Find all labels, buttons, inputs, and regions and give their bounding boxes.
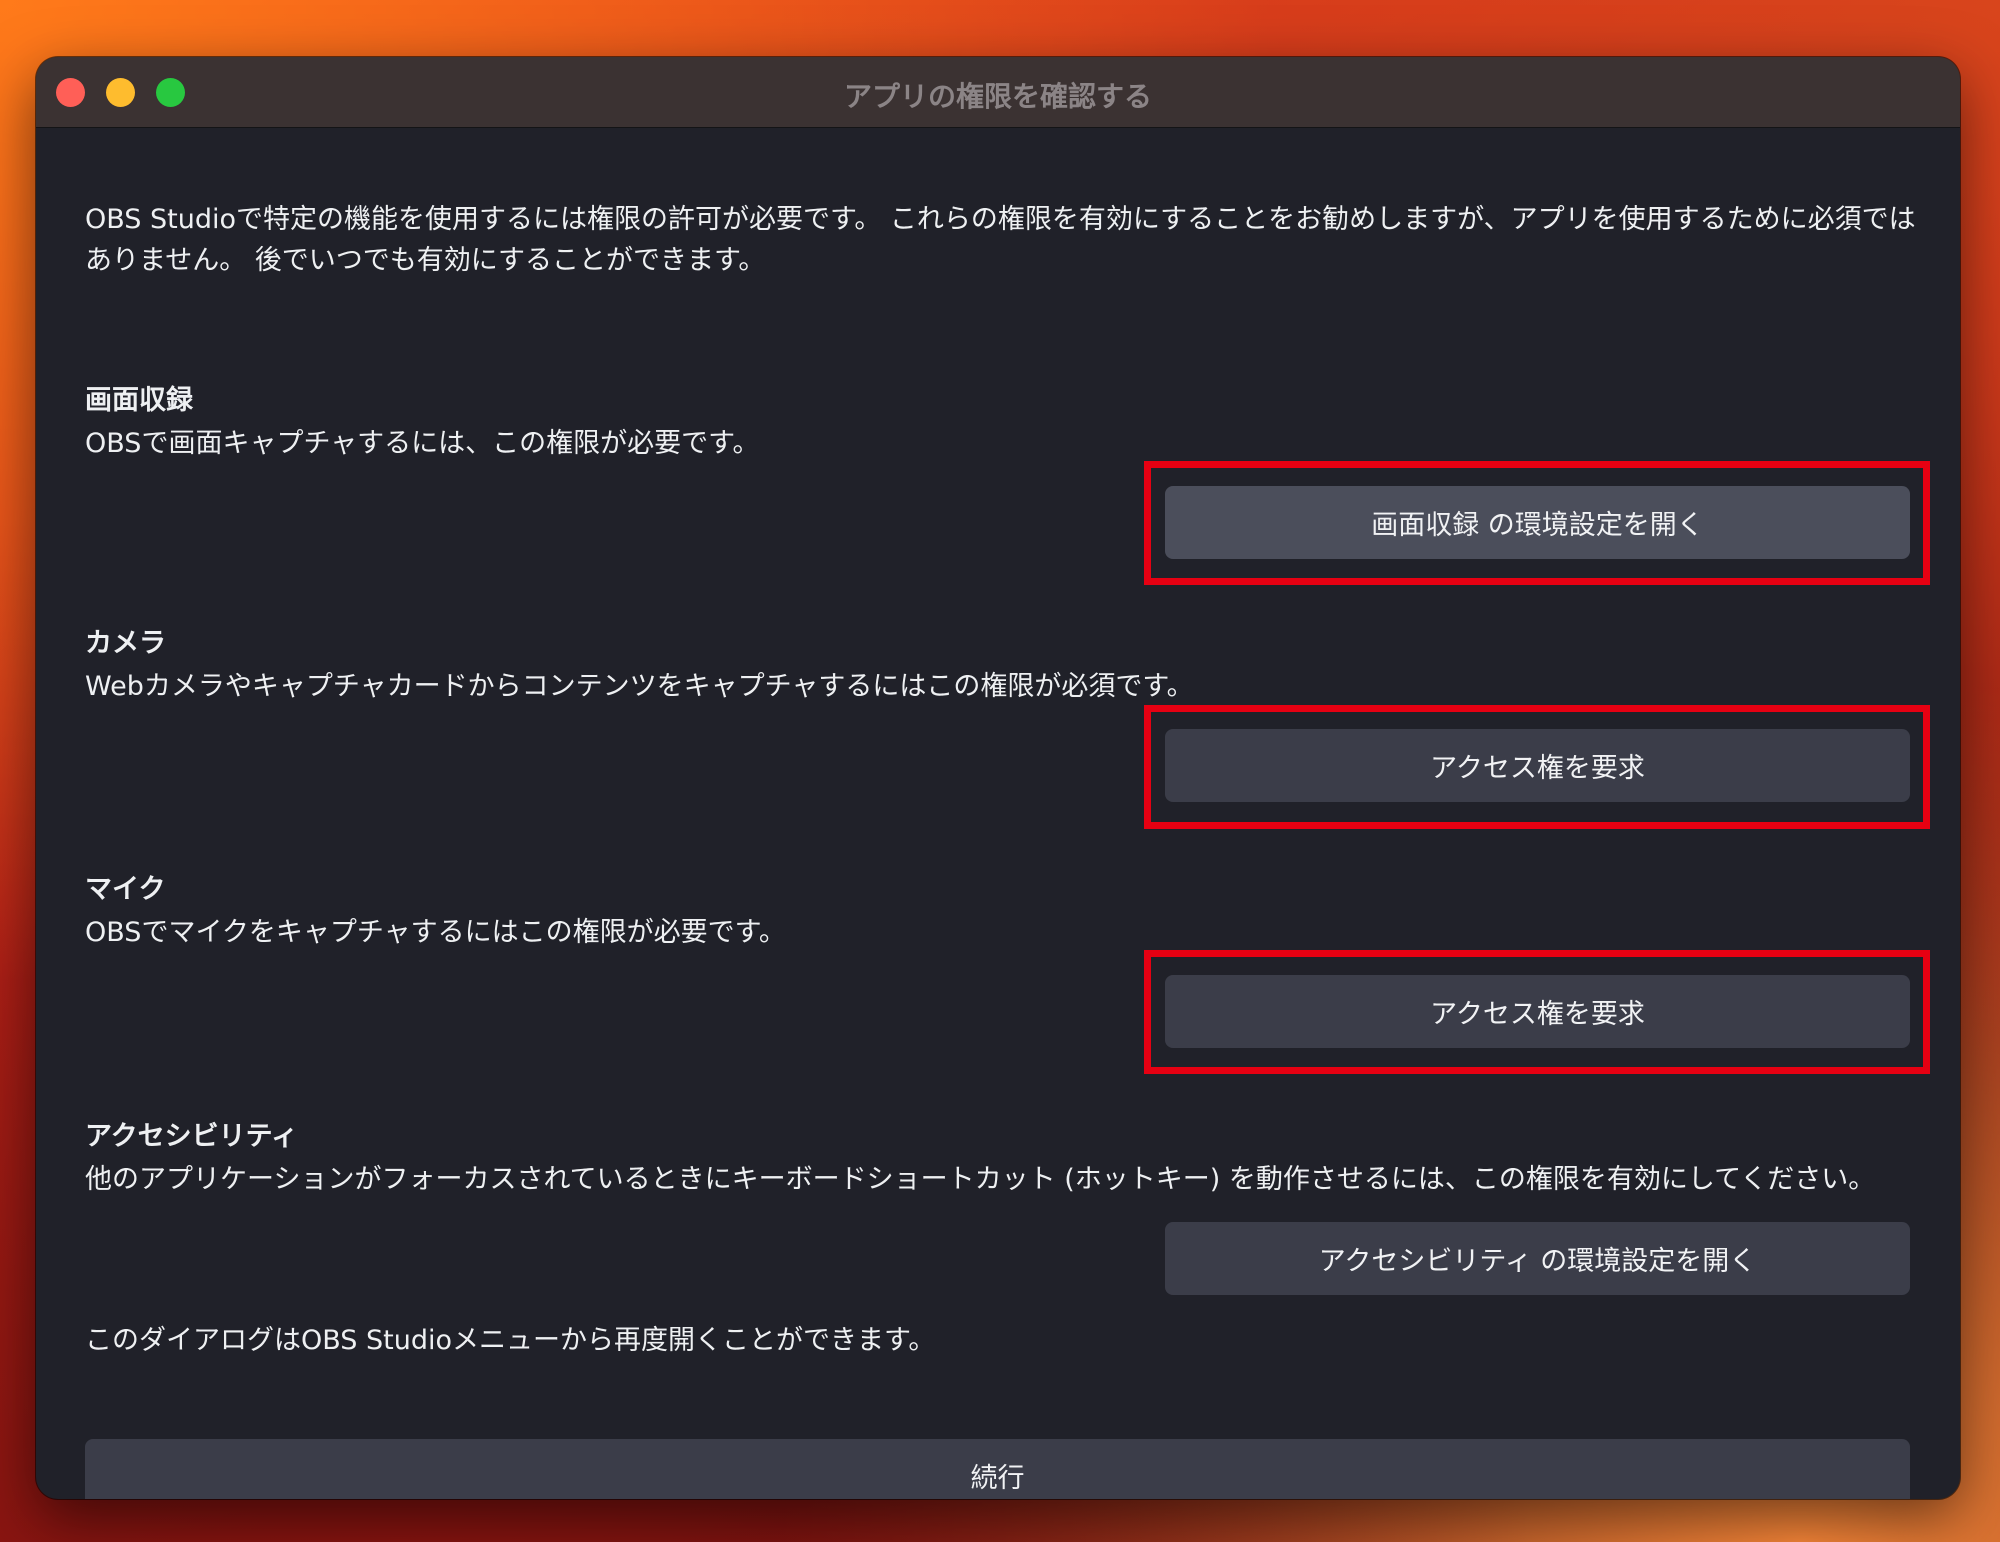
accessibility-heading: アクセシビリティ	[85, 1121, 299, 1152]
permissions-dialog-window: アプリの権限を確認する OBS Studioで特定の機能を使用するには権限の許可…	[36, 57, 1960, 1499]
camera-heading: カメラ	[85, 628, 166, 659]
screen-recording-description: OBSで画面キャプチャするには、この権限が必要です。	[85, 428, 760, 459]
camera-description: Webカメラやキャプチャカードからコンテンツをキャプチャするにはこの権限が必須で…	[85, 671, 1194, 702]
dialog-content: OBS Studioで特定の機能を使用するには権限の許可が必要です。 これらの権…	[36, 127, 1960, 1499]
highlight-box-camera	[1144, 705, 1930, 829]
continue-button[interactable]: 続行	[85, 1439, 1910, 1499]
microphone-heading: マイク	[85, 874, 166, 905]
intro-text: OBS Studioで特定の機能を使用するには権限の許可が必要です。 これらの権…	[85, 204, 1916, 276]
footer-note: このダイアログはOBS Studioメニューから再度開くことができます。	[85, 1325, 936, 1356]
window-title: アプリの権限を確認する	[843, 80, 1152, 113]
highlight-box-microphone	[1144, 950, 1930, 1074]
open-accessibility-settings-button[interactable]: アクセシビリティ の環境設定を開く	[1165, 1222, 1910, 1295]
accessibility-description: 他のアプリケーションがフォーカスされているときにキーボードショートカット (ホッ…	[85, 1164, 1876, 1195]
microphone-description: OBSでマイクをキャプチャするにはこの権限が必要です。	[85, 917, 786, 948]
title-bar[interactable]: アプリの権限を確認する	[36, 57, 1960, 128]
highlight-box-screen-recording	[1144, 461, 1930, 585]
screen-recording-heading: 画面収録	[85, 385, 193, 416]
